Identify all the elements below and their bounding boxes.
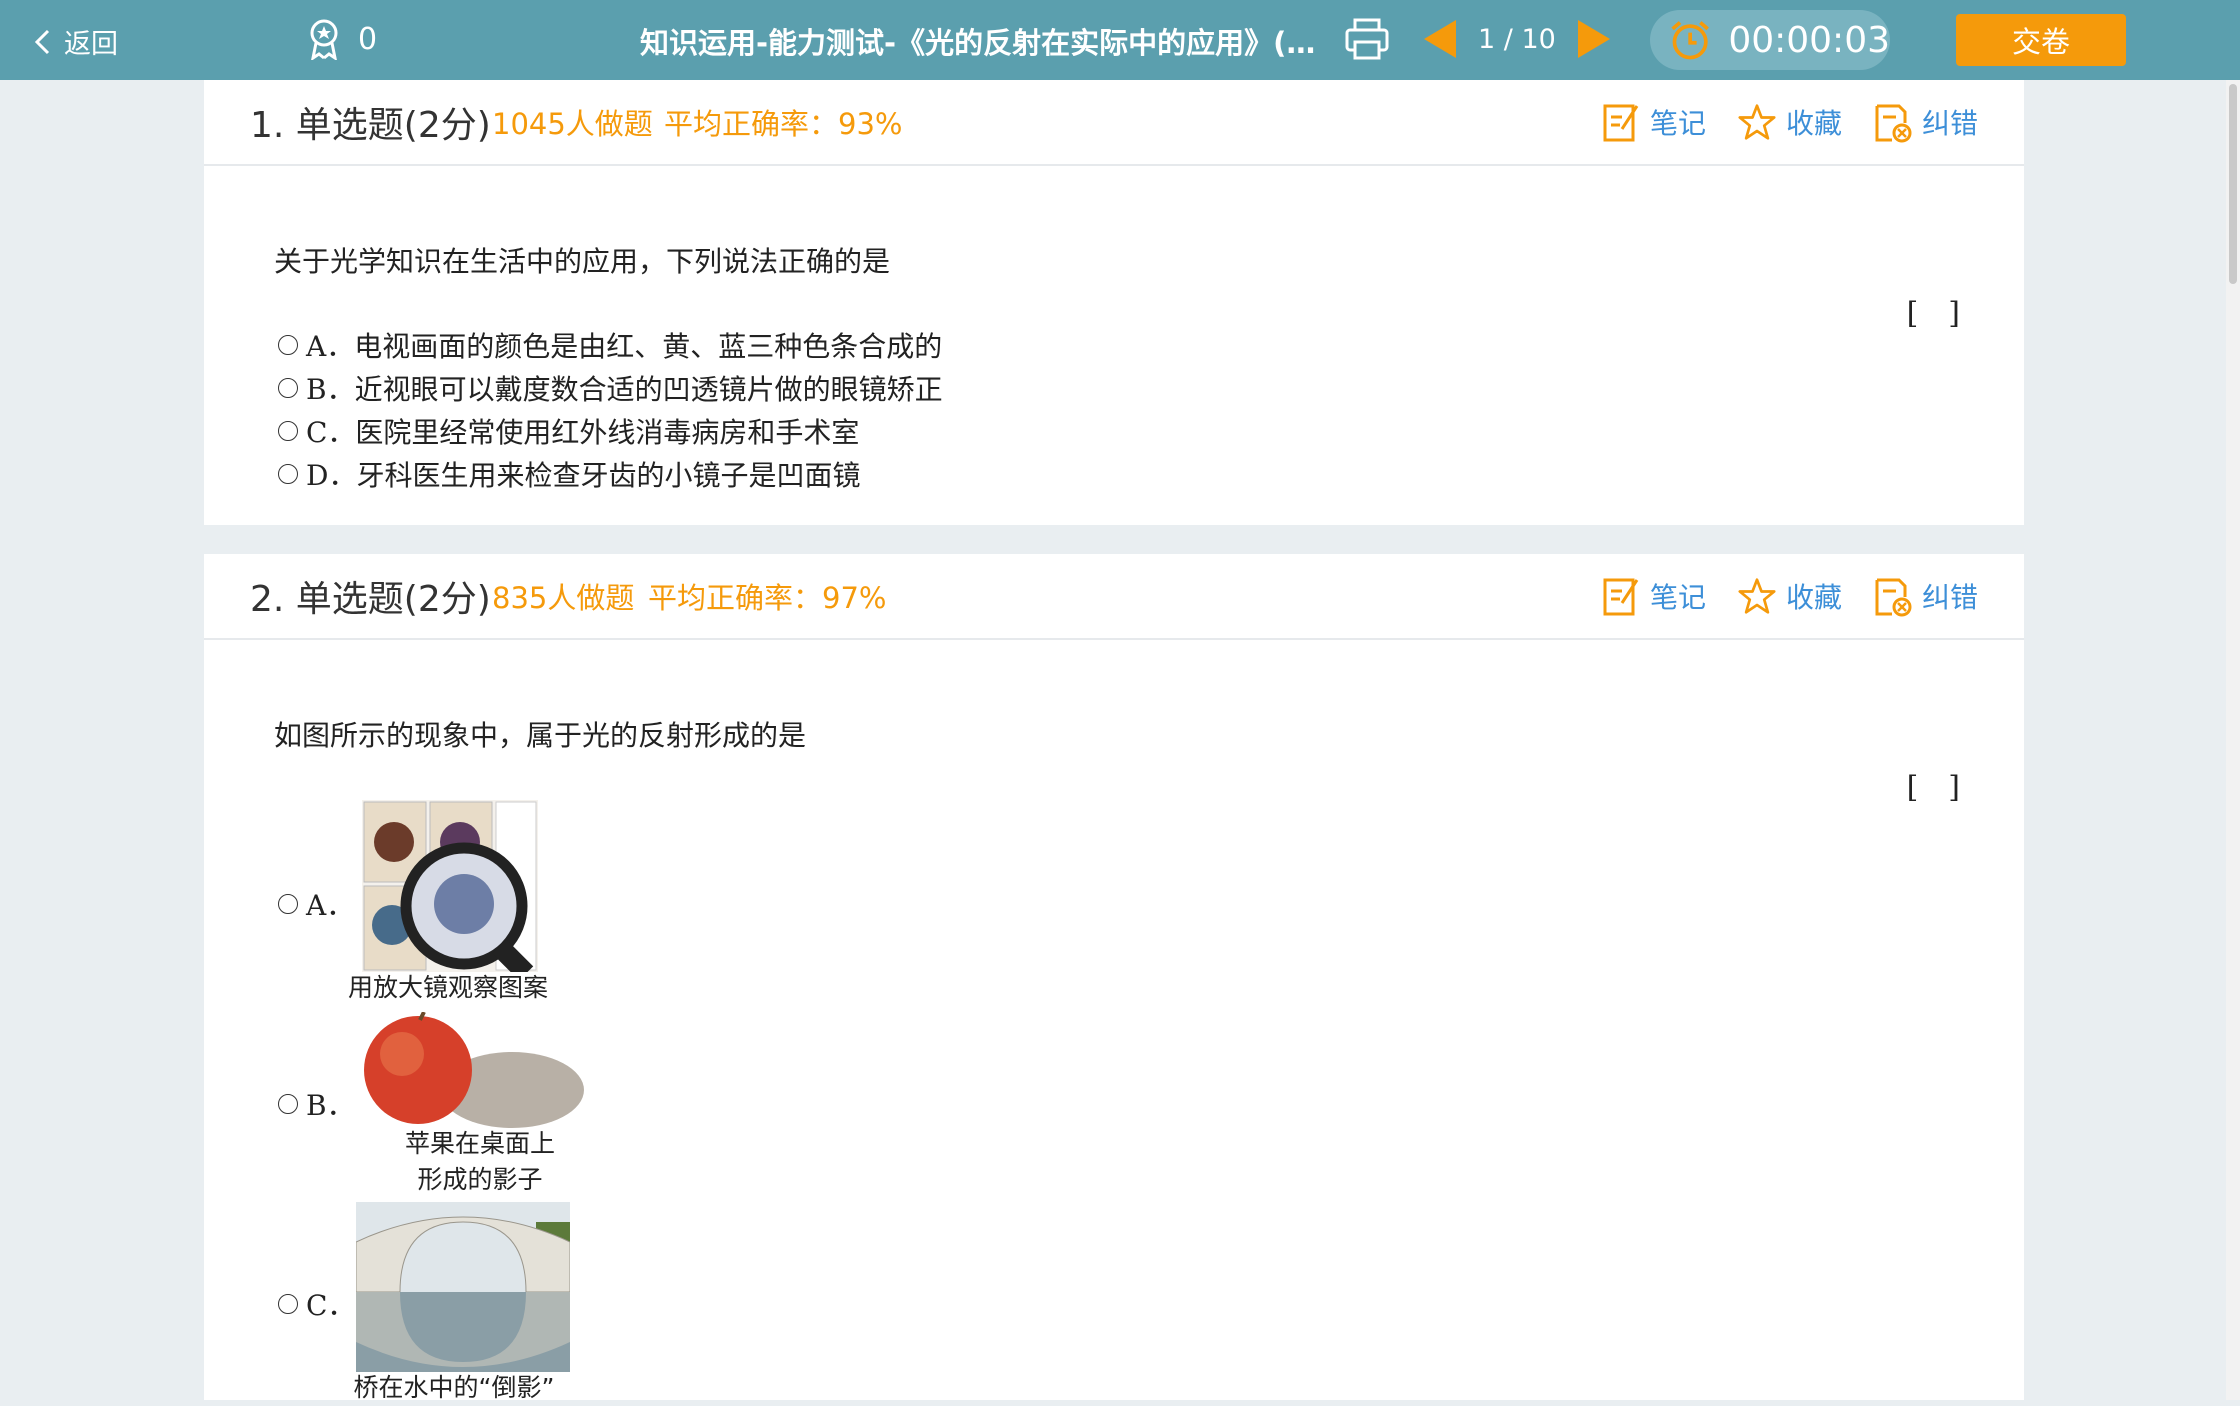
option-label: C．医院里经常使用红外线消毒病房和手术室 (306, 416, 860, 449)
scrollbar-thumb[interactable] (2229, 84, 2237, 284)
report-error-label: 纠错 (1921, 107, 1978, 140)
option-b[interactable]: B． (278, 1084, 355, 1124)
question-number: 1. 单选题(2分) (250, 105, 491, 146)
radio-button[interactable] (278, 335, 298, 355)
caption-line: 苹果在桌面上 (404, 1129, 555, 1158)
caption-line: 形成的影子 (417, 1165, 543, 1194)
report-error-button[interactable]: 纠错 (1874, 575, 1978, 617)
question-stem: 关于光学知识在生活中的应用，下列说法正确的是 (274, 245, 891, 278)
timer: 00:00:03 (1650, 10, 1890, 70)
radio-button[interactable] (278, 1294, 298, 1314)
back-button[interactable]: 返回 (32, 22, 118, 61)
accuracy-rate: 平均正确率：97% (648, 581, 887, 615)
option-caption: 苹果在桌面上 形成的影子 (380, 1126, 580, 1198)
radio-button[interactable] (278, 894, 298, 914)
option-c[interactable]: C．医院里经常使用红外线消毒病房和手术室 (278, 411, 859, 451)
question-card-1: 1. 单选题(2分) 1045人做题 平均正确率：93% 笔记 收藏 纠错 关于… (204, 80, 2024, 525)
note-button[interactable]: 笔记 (1602, 101, 1706, 143)
option-c[interactable]: C． (278, 1284, 355, 1324)
next-arrow-icon[interactable] (1574, 16, 1614, 62)
back-label: 返回 (64, 29, 118, 60)
favorite-label: 收藏 (1785, 107, 1842, 140)
report-error-icon (1875, 104, 1912, 143)
option-caption: 桥在水中的“倒影” (353, 1373, 555, 1402)
note-button[interactable]: 笔记 (1602, 575, 1706, 617)
page-indicator: 1 / 10 (1478, 23, 1556, 55)
option-label: A． (306, 889, 355, 922)
question-pager: 1 / 10 (1420, 16, 1614, 62)
radio-button[interactable] (278, 421, 298, 441)
report-error-button[interactable]: 纠错 (1874, 101, 1978, 143)
favorite-button[interactable]: 收藏 (1738, 575, 1842, 617)
question-tools: 笔记 收藏 纠错 (1602, 575, 1978, 617)
medal-icon (310, 19, 338, 60)
print-icon[interactable] (1344, 16, 1390, 62)
answer-bracket: [ ] (1906, 770, 1960, 805)
exam-title: 知识运用-能力测试-《光的反射在实际中的应用》(… (640, 26, 1316, 60)
note-label: 笔记 (1649, 107, 1706, 140)
top-bar: 返回 0 知识运用-能力测试-《光的反射在实际中的应用》(… 1 / 10 00… (0, 0, 2240, 80)
note-icon (1603, 578, 1639, 616)
note-icon (1603, 104, 1639, 142)
report-error-label: 纠错 (1921, 581, 1978, 614)
radio-button[interactable] (278, 464, 298, 484)
question-stem: 如图所示的现象中，属于光的反射形成的是 (274, 719, 807, 752)
option-label: B． (306, 1089, 355, 1122)
note-label: 笔记 (1649, 581, 1706, 614)
accuracy-rate: 平均正确率：93% (664, 107, 903, 141)
attempt-count: 835人做题 (492, 581, 635, 615)
prev-arrow-icon[interactable] (1420, 16, 1460, 62)
answer-bracket: [ ] (1906, 296, 1960, 331)
favorite-button[interactable]: 收藏 (1738, 101, 1842, 143)
points-value: 0 (358, 21, 378, 57)
option-a[interactable]: A．电视画面的颜色是由红、黄、蓝三种色条合成的 (278, 325, 942, 365)
option-label: A．电视画面的颜色是由红、黄、蓝三种色条合成的 (306, 330, 943, 363)
star-icon (1738, 104, 1776, 140)
question-tools: 笔记 收藏 纠错 (1602, 101, 1978, 143)
question-header: 1. 单选题(2分) 1045人做题 平均正确率：93% 笔记 收藏 纠错 (204, 80, 2024, 166)
option-label: B．近视眼可以戴度数合适的凹透镜片做的眼镜矫正 (306, 373, 943, 406)
question-card-2: 2. 单选题(2分) 835人做题 平均正确率：97% 笔记 收藏 纠错 如图所… (204, 554, 2024, 1402)
bridge-reflection-image (356, 1202, 570, 1372)
question-header: 2. 单选题(2分) 835人做题 平均正确率：97% 笔记 收藏 纠错 (204, 554, 2024, 640)
question-number: 2. 单选题(2分) (250, 579, 491, 620)
option-label: C． (306, 1289, 356, 1322)
option-b[interactable]: B．近视眼可以戴度数合适的凹透镜片做的眼镜矫正 (278, 368, 943, 408)
magnifier-stamps-image (362, 800, 538, 972)
alarm-clock-icon (1671, 21, 1709, 60)
points-indicator: 0 (306, 18, 377, 60)
star-icon (1738, 578, 1776, 614)
apple-shadow-image (364, 1012, 584, 1128)
chevron-left-icon (34, 29, 50, 54)
timer-value: 00:00:03 (1728, 19, 1890, 61)
submit-button[interactable]: 交卷 (1956, 14, 2126, 66)
attempt-count: 1045人做题 (492, 107, 653, 141)
report-error-icon (1875, 578, 1912, 617)
option-caption: 用放大镜观察图案 (348, 973, 549, 1002)
favorite-label: 收藏 (1785, 581, 1842, 614)
option-d[interactable]: D．牙科医生用来检查牙齿的小镜子是凹面镜 (278, 454, 860, 494)
option-a[interactable]: A． (278, 884, 354, 924)
option-label: D．牙科医生用来检查牙齿的小镜子是凹面镜 (306, 459, 861, 492)
radio-button[interactable] (278, 1094, 298, 1114)
radio-button[interactable] (278, 378, 298, 398)
